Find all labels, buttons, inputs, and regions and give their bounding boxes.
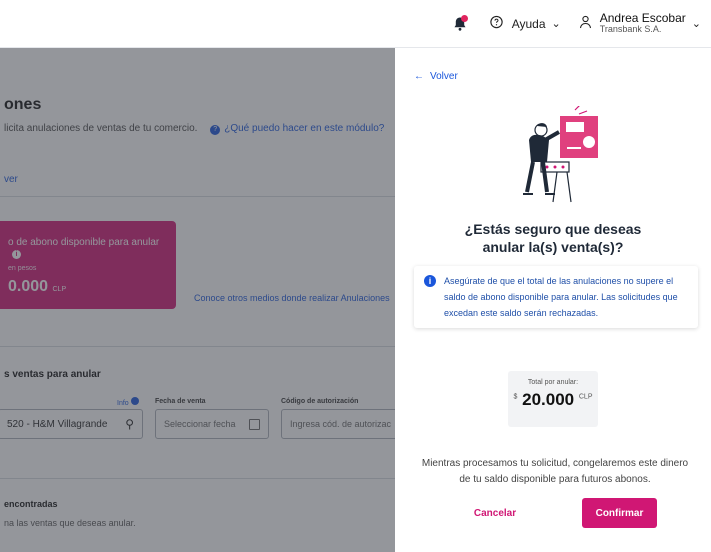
- help-link-label: ¿Qué puedo hacer en este módulo?: [224, 123, 385, 134]
- cancel-button[interactable]: Cancelar: [455, 498, 535, 528]
- subtitle-text: licita anulaciones de ventas de tu comer…: [4, 123, 198, 134]
- calendar-icon: [249, 418, 260, 430]
- back-button[interactable]: ← Volver: [414, 71, 458, 82]
- balance-card: o de abono disponible para anular i en p…: [0, 221, 176, 309]
- user-org: Transbank S.A.: [599, 24, 662, 35]
- balance-amount: 0.000: [8, 278, 49, 295]
- balance-currency: CLP: [52, 286, 67, 293]
- balance-title: o de abono disponible para anular: [8, 237, 160, 248]
- chevron-down-icon: ⌄: [551, 18, 561, 30]
- date-placeholder: Seleccionar fecha: [164, 419, 236, 429]
- back-link[interactable]: ver: [4, 174, 18, 185]
- person-with-easel-illustration: [515, 103, 605, 211]
- found-subtitle: na las ventas que deseas anular.: [4, 518, 136, 528]
- heading-line-1: ¿Estás seguro que deseas: [464, 221, 642, 237]
- page-subtitle: licita anulaciones de ventas de tu comer…: [4, 123, 384, 135]
- divider: [0, 478, 395, 479]
- help-menu[interactable]: Ayuda ⌄: [489, 15, 561, 33]
- freeze-note: Mientras procesamos tu solicitud, congel…: [421, 458, 689, 485]
- question-icon: ?: [210, 125, 221, 135]
- balance-subtitle: en pesos: [8, 265, 37, 272]
- total-value: 20.000: [522, 390, 575, 409]
- divider: [0, 346, 395, 347]
- total-box: Total por anular: $ 20.000 CLP: [508, 371, 598, 427]
- auth-code-label: Código de autorización: [281, 398, 359, 405]
- store-value: 520 - H&M Villagrande: [7, 418, 108, 430]
- total-currency: CLP: [578, 393, 593, 401]
- info-icon: i: [424, 275, 436, 287]
- confirm-panel: ← Volver ¿Estás seguro que deseas anular…: [395, 48, 711, 552]
- help-label: Ayuda: [511, 16, 546, 31]
- background-page: ones licita anulaciones de ventas de tu …: [0, 48, 395, 552]
- auth-placeholder: Ingresa cód. de autorizac: [290, 419, 392, 429]
- help-module-link[interactable]: ? ¿Qué puedo hacer en este módulo?: [210, 123, 385, 135]
- divider: [0, 196, 395, 197]
- total-amount: $ 20.000 CLP: [508, 390, 598, 410]
- notification-dot: [460, 14, 468, 22]
- page-title: ones: [4, 96, 42, 113]
- help-icon: [489, 15, 504, 33]
- balance-value: 0.000 CLP: [8, 278, 168, 296]
- store-select[interactable]: 520 - H&M Villagrande ⚲: [0, 409, 143, 439]
- confirm-heading: ¿Estás seguro que deseas anular la(s) ve…: [395, 221, 711, 256]
- user-icon: [579, 15, 592, 32]
- found-title: encontradas: [4, 499, 58, 509]
- heading-line-2: anular la(s) venta(s)?: [482, 238, 624, 255]
- info-link[interactable]: Info: [117, 397, 139, 407]
- info-label: Info: [117, 400, 129, 407]
- auth-code-input[interactable]: Ingresa cód. de autorizac: [281, 409, 395, 439]
- info-icon: [130, 397, 139, 405]
- other-methods-link[interactable]: Conoce otros medios donde realizar Anula…: [194, 293, 390, 303]
- date-label: Fecha de venta: [155, 398, 206, 405]
- alert-text: Asegúrate de que el total de las anulaci…: [444, 276, 678, 318]
- search-icon: ⚲: [125, 417, 134, 431]
- warning-alert: i Asegúrate de que el total de las anula…: [414, 266, 698, 328]
- arrow-left-icon: ←: [414, 71, 424, 82]
- back-label: Volver: [430, 71, 458, 82]
- notifications-bell-icon[interactable]: [449, 13, 471, 35]
- confirm-button[interactable]: Confirmar: [582, 498, 657, 528]
- date-input[interactable]: Seleccionar fecha: [155, 409, 269, 439]
- section-title: s ventas para anular: [4, 369, 101, 380]
- total-label: Total por anular:: [527, 379, 579, 386]
- total-symbol: $: [513, 393, 518, 401]
- user-menu[interactable]: Andrea Escobar Transbank S.A. ⌄: [579, 11, 701, 35]
- chevron-down-icon: ⌄: [691, 17, 701, 30]
- info-icon[interactable]: i: [12, 250, 21, 259]
- top-bar: Ayuda ⌄ Andrea Escobar Transbank S.A. ⌄: [0, 0, 711, 48]
